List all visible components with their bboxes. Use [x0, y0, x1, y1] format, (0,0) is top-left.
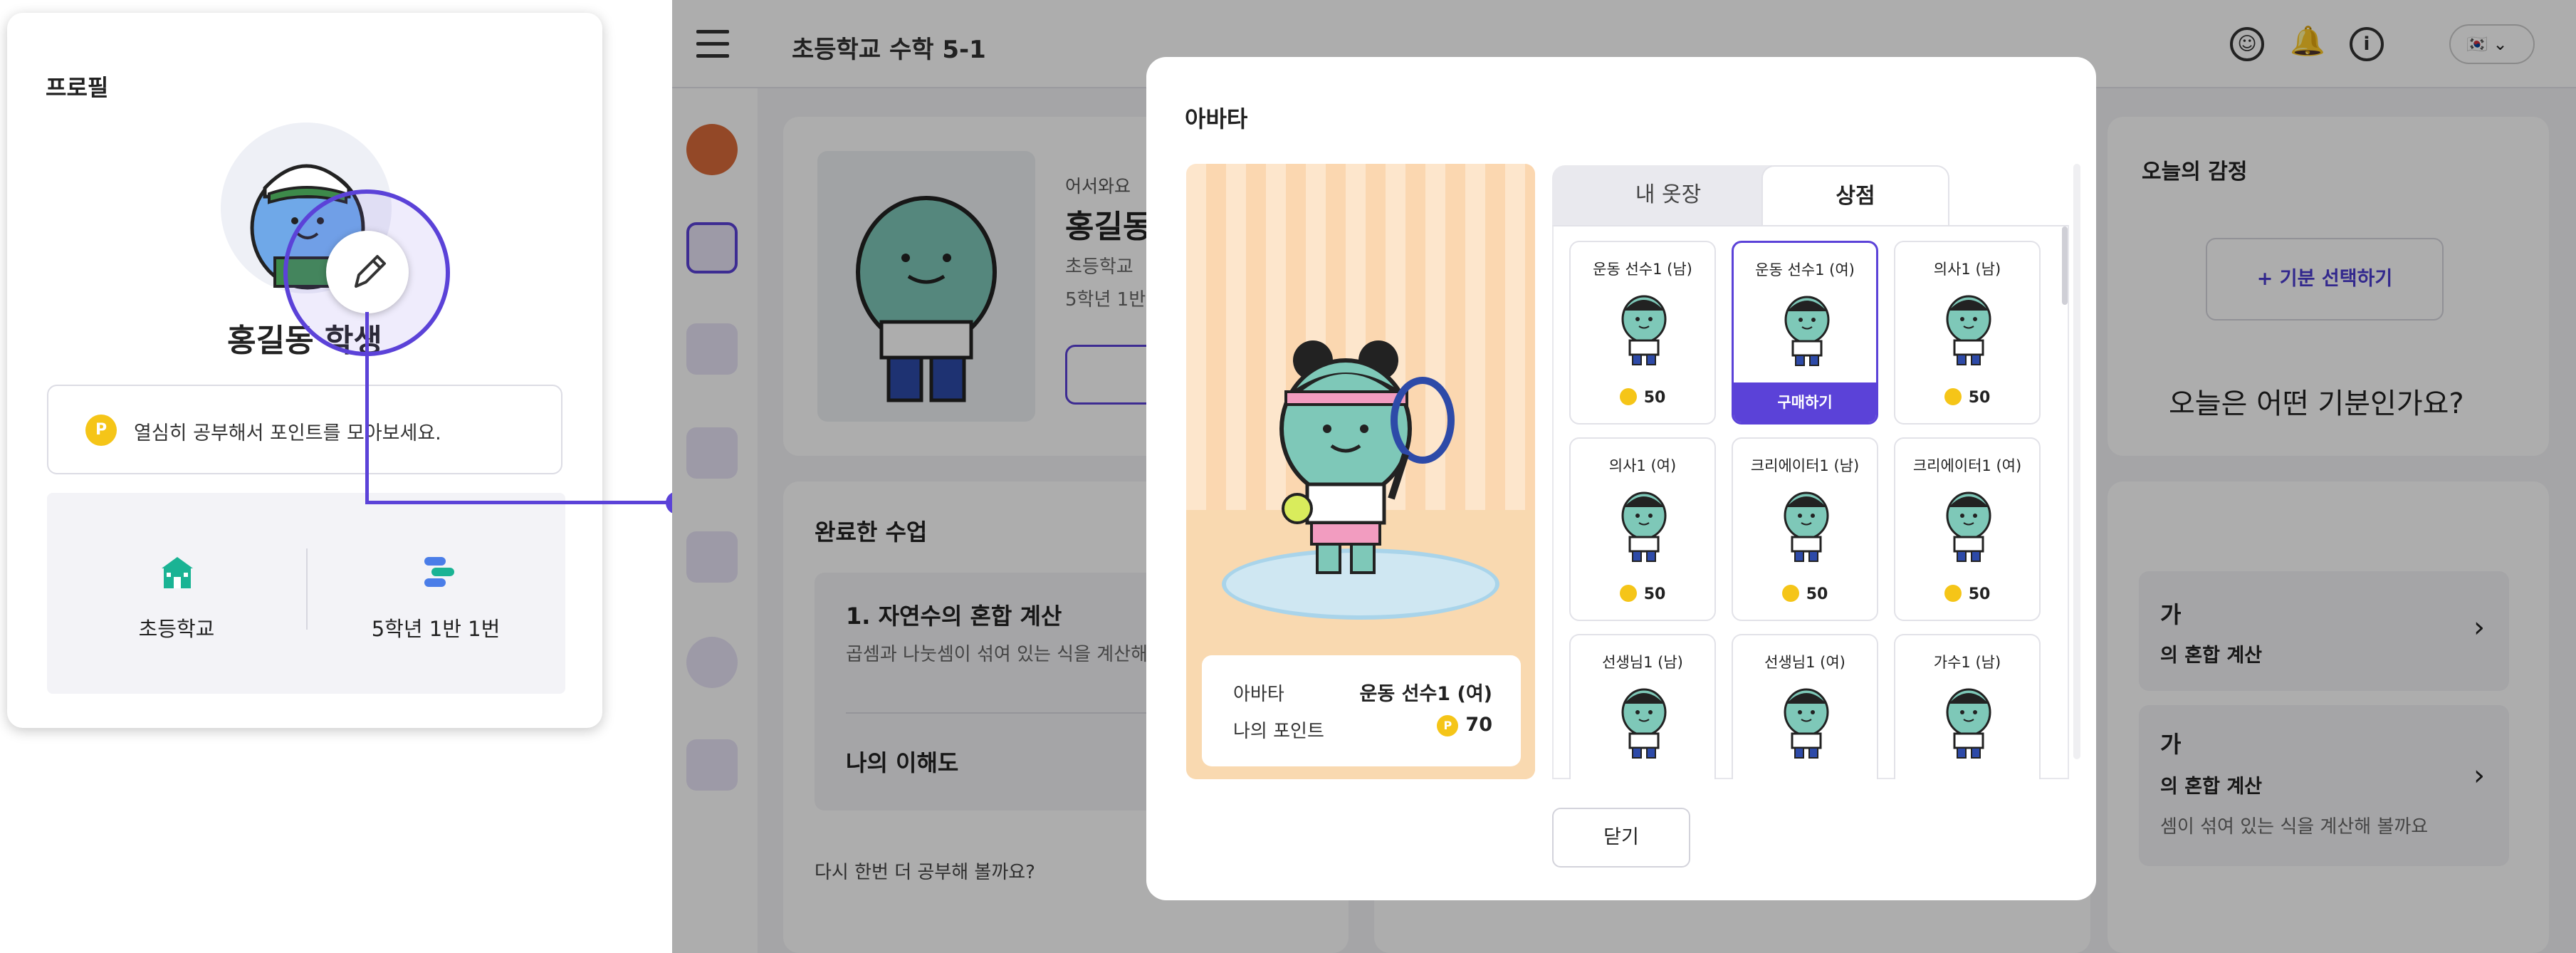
class-label: 5학년 1반 1번 — [371, 617, 501, 641]
callout-line — [365, 312, 369, 504]
profile-panel: 프로필 홍길동 학생 P 열심히 공부해서 포인트를 모아보세요. 초등학교 5… — [7, 13, 688, 728]
shop-item-name: 크리에이터1 (여) — [1912, 457, 2022, 474]
shop-item[interactable]: 운동 선수1 (여) 구매하기 — [1732, 241, 1878, 425]
shop-item-name: 운동 선수1 (남) — [1593, 261, 1692, 278]
shop-item-price: 50 — [1806, 585, 1828, 603]
avatar-label: 아바타 — [1233, 684, 1284, 705]
shop-item[interactable]: 의사1 (남) 50 — [1894, 241, 2041, 425]
pencil-icon — [355, 255, 386, 288]
profile-info-box: 초등학교 5학년 1반 1번 — [47, 493, 565, 694]
shop-item[interactable]: 크리에이터1 (여) 50 — [1894, 437, 2041, 621]
shop-item-price: 50 — [1643, 389, 1666, 407]
tab-shop[interactable]: 상점 — [1761, 165, 1949, 226]
class-icon — [424, 557, 454, 587]
point-message-box: P 열심히 공부해서 포인트를 모아보세요. — [47, 385, 562, 474]
point-message: 열심히 공부해서 포인트를 모아보세요. — [134, 422, 441, 444]
profile-title: 프로필 — [46, 74, 109, 101]
avatar-thumbnail-icon — [1946, 491, 1991, 562]
shop-item-name: 선생님1 (여) — [1764, 654, 1845, 671]
scrollbar[interactable] — [2073, 164, 2080, 759]
shop-item-name: 크리에이터1 (남) — [1750, 457, 1860, 474]
avatar-thumbnail-icon — [1784, 491, 1829, 562]
shop-item[interactable]: 의사1 (여) 50 — [1569, 437, 1716, 621]
avatar-thumbnail-icon — [1784, 296, 1830, 366]
avatar-thumbnail-icon — [1946, 688, 1991, 759]
preview-info: 아바타 운동 선수1 (여) 나의 포인트 P 70 — [1202, 655, 1521, 766]
shop-item-price-group: 50 — [1571, 388, 1714, 407]
coin-icon — [1781, 585, 1799, 602]
coin-icon: P — [1437, 714, 1459, 736]
avatar-thumbnail-icon — [1946, 295, 1991, 365]
shop-item-price: 50 — [1643, 585, 1666, 603]
points-value: 70 — [1465, 714, 1492, 736]
avatar-thumbnail-icon — [1621, 295, 1667, 365]
avatar-character-icon — [1279, 340, 1455, 574]
shop-item-name: 선생님1 (남) — [1602, 654, 1683, 671]
shop-item-price-group: 50 — [1571, 585, 1714, 603]
avatar-thumbnail-icon — [1621, 688, 1667, 759]
school-icon — [162, 557, 193, 588]
avatar-modal: 아바타 아바타 운동 선수1 (여) 나의 포인트 P 70 내 옷장 상점 운… — [1146, 57, 2096, 900]
coin-icon — [1944, 585, 1962, 602]
avatar-preview: 아바타 운동 선수1 (여) 나의 포인트 P 70 — [1186, 164, 1535, 779]
shop-item-price: 50 — [1968, 585, 1991, 603]
shop-item[interactable]: 선생님1 (여) — [1732, 634, 1878, 779]
shop-item-name: 의사1 (남) — [1933, 261, 2001, 278]
shop-item[interactable]: 크리에이터1 (남) 50 — [1732, 437, 1878, 621]
shop-item-name: 가수1 (남) — [1933, 654, 2001, 671]
shop-item-price: 50 — [1968, 389, 1991, 407]
coin-icon — [1619, 388, 1637, 405]
school-label: 초등학교 — [138, 617, 215, 641]
tab-closet[interactable]: 내 옷장 — [1552, 165, 1784, 226]
shop-item[interactable]: 가수1 (남) — [1894, 634, 2041, 779]
buy-button[interactable]: 구매하기 — [1734, 382, 1876, 422]
coin-icon — [1944, 388, 1962, 405]
avatar-value: 운동 선수1 (여) — [1359, 683, 1492, 705]
points-label: 나의 포인트 — [1233, 721, 1324, 742]
shop-item-name: 의사1 (여) — [1608, 457, 1677, 474]
avatar-thumbnail-icon — [1784, 688, 1829, 759]
shop-item[interactable]: 운동 선수1 (남) 50 — [1569, 241, 1716, 425]
close-button[interactable]: 닫기 — [1552, 808, 1690, 868]
coin-icon — [1619, 585, 1637, 602]
shop-item[interactable]: 선생님1 (남) — [1569, 634, 1716, 779]
modal-title: 아바타 — [1185, 105, 1248, 132]
scrollbar-thumb[interactable] — [2062, 226, 2068, 305]
edit-avatar-button[interactable] — [326, 231, 409, 313]
shop-item-price-group: 50 — [1895, 585, 2039, 603]
points-value-group: P 70 — [1437, 714, 1492, 736]
shop-item-price-group: 50 — [1895, 388, 2039, 407]
shop-item-name: 운동 선수1 (여) — [1755, 261, 1855, 278]
callout-line — [365, 501, 679, 504]
avatar-thumbnail-icon — [1621, 491, 1667, 562]
shop-item-price-group: 50 — [1733, 585, 1877, 603]
point-coin-icon: P — [85, 415, 117, 446]
